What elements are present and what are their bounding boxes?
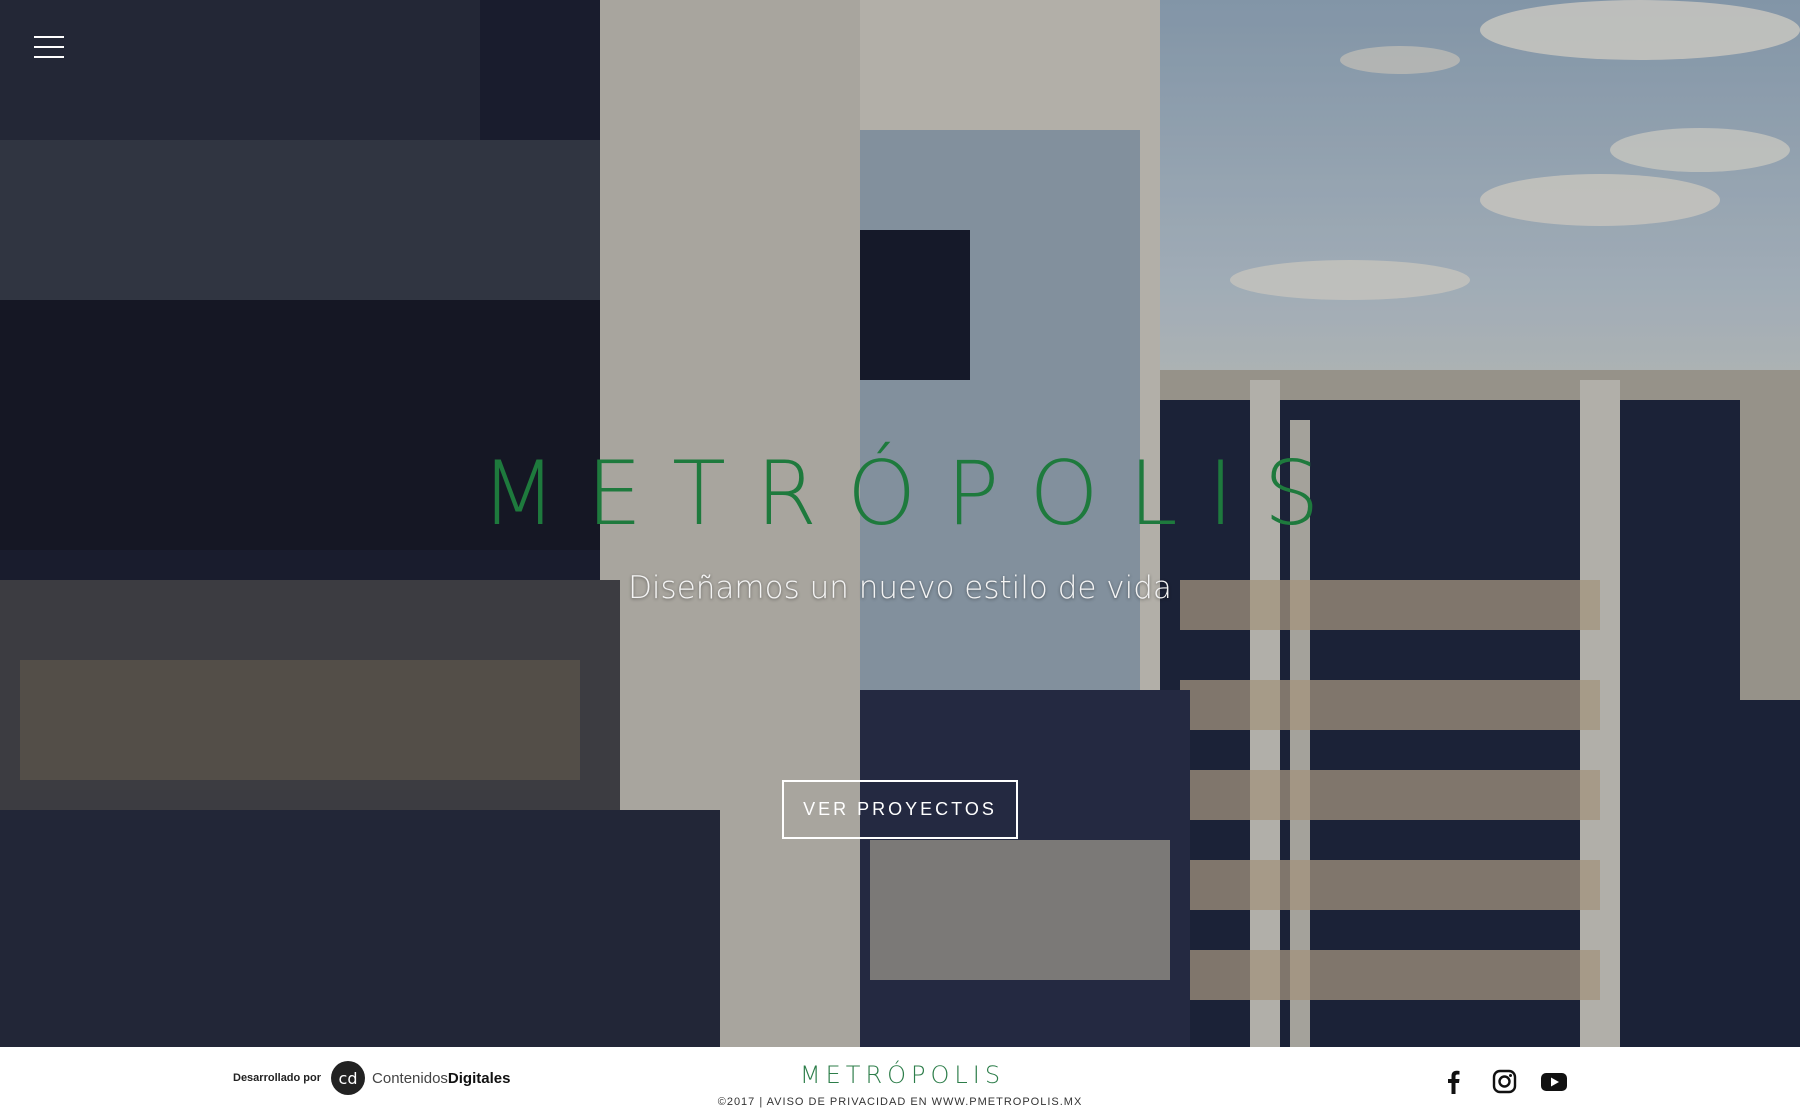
youtube-icon[interactable] (1540, 1069, 1568, 1095)
hero-tagline: Diseñamos un nuevo estilo de vida (628, 570, 1172, 606)
ver-proyectos-button[interactable]: VER PROYECTOS (782, 780, 1018, 839)
hamburger-menu-icon[interactable] (34, 36, 64, 60)
hero-section: METRÓPOLIS Diseñamos un nuevo estilo de … (0, 0, 1800, 1047)
copyright-text[interactable]: ©2017 | AVISO DE PRIVACIDAD EN WWW.PMETR… (0, 1096, 1800, 1108)
facebook-icon[interactable] (1440, 1069, 1468, 1095)
footer: Desarrollado por cd ContenidosDigitales … (0, 1047, 1800, 1118)
instagram-icon[interactable] (1490, 1069, 1518, 1095)
social-links (1440, 1069, 1568, 1095)
hero-brand-title: METRÓPOLIS (480, 442, 1350, 545)
